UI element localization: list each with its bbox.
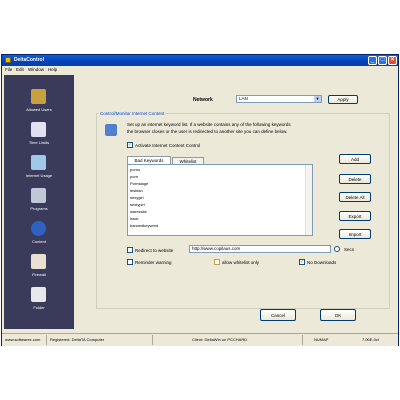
list-item[interactable]: lesbian (130, 188, 143, 193)
folder-icon (31, 287, 46, 302)
network-select-value: LAN (239, 96, 248, 101)
enable-content-control-label: Activate Internet Content Control (135, 143, 201, 148)
window-title: DeltaControl (14, 57, 44, 63)
app-window: DeltaControl _ □ ✕ File Edit Window Help… (1, 54, 399, 347)
list-item[interactable]: porn (130, 174, 138, 179)
menu-bar: File Edit Window Help (2, 66, 398, 74)
reminder-warning-label: Reminder warning (135, 260, 172, 265)
globe-icon (105, 124, 117, 136)
enable-content-control-checkbox[interactable]: ✓ (127, 142, 133, 148)
sidebar-item-content[interactable]: Content (4, 219, 74, 249)
list-item[interactable]: hack (130, 216, 138, 221)
sidebar-item-label: Content (31, 239, 46, 244)
menu-file[interactable]: File (5, 67, 12, 72)
sidebar-item-label: Firewall (32, 272, 46, 277)
maximize-button[interactable]: □ (378, 56, 387, 65)
status-left: www.softwarez.com (5, 337, 41, 342)
group-description-line1: Set up an internet keyword list. If a we… (127, 122, 291, 127)
redirect-option-radio[interactable] (334, 246, 340, 252)
sidebar-item-allowed-users[interactable]: Allowed Users (4, 87, 74, 117)
sidebar-item-firewall[interactable]: Firewall (4, 252, 74, 282)
network-select[interactable]: LAN ▼ (236, 95, 322, 103)
delete-button[interactable]: Delete (339, 174, 371, 184)
computer-icon (31, 155, 46, 170)
menu-help[interactable]: Help (48, 67, 57, 72)
import-button[interactable]: Import (339, 229, 371, 239)
sidebar-item-label: Internet Usage (25, 173, 53, 178)
sidebar-item-time-limits[interactable]: Time Limits (4, 120, 74, 150)
sidebar-item-label: Programs (30, 206, 48, 211)
sidebar-item-label: Time Limits (28, 140, 50, 145)
apply-button[interactable]: Apply (328, 95, 358, 104)
firewall-icon (31, 254, 46, 269)
app-icon (5, 57, 11, 63)
sidebar-item-label: Allowed Users (26, 107, 52, 112)
reminder-warning-checkbox[interactable] (127, 259, 133, 265)
redirect-url-input[interactable]: http://www.copilaus.com (189, 245, 331, 253)
gears-icon (31, 188, 46, 203)
redirect-checkbox[interactable] (127, 247, 133, 253)
add-button[interactable]: Add (339, 154, 371, 164)
redirect-label: Redirect to website (135, 248, 174, 253)
minimize-button[interactable]: _ (368, 56, 377, 65)
globe-icon (31, 221, 46, 236)
status-divider (46, 335, 47, 345)
status-divider (152, 335, 153, 345)
status-divider (302, 335, 303, 345)
status-version: 7.00E.0ct (362, 337, 379, 342)
status-numap: NUMAP (314, 337, 329, 342)
list-item[interactable]: sexygirl (130, 195, 144, 200)
close-button[interactable]: ✕ (388, 56, 397, 65)
ok-button[interactable]: OK (320, 309, 356, 321)
status-bar: www.softwarez.com Registered: DeltaTA Co… (2, 333, 398, 346)
sidebar-item-label: Folder (33, 305, 45, 310)
secs-label: Secs (344, 247, 355, 252)
whitelist-only-label: allow whitelist only (222, 260, 260, 265)
chevron-down-icon[interactable]: ▼ (314, 96, 321, 102)
tab-bad-keywords[interactable]: Bad Keywords (127, 156, 171, 164)
delete-all-button[interactable]: Delete All (339, 192, 371, 202)
sidebar-item-folder[interactable]: Folder (4, 285, 74, 315)
list-item[interactable]: sextypirl (130, 202, 145, 207)
no-downloads-label: No Downloads (307, 260, 337, 265)
sidebar-item-programs[interactable]: Programs (4, 186, 74, 216)
network-label: Network (193, 97, 213, 103)
list-item[interactable]: warezsite (130, 209, 147, 214)
menu-window[interactable]: Window (28, 67, 44, 72)
users-icon (31, 89, 46, 104)
clock-icon (31, 122, 46, 137)
menu-edit[interactable]: Edit (16, 67, 24, 72)
keyword-list-scrollbar[interactable] (305, 165, 312, 235)
export-button[interactable]: Export (339, 211, 371, 221)
group-description-line2: the browser closes or the user is redire… (127, 129, 288, 134)
keyword-list[interactable]: porno porn Pornstage lesbian sexygirl se… (127, 164, 313, 236)
list-item[interactable]: bannedkeyword (130, 223, 158, 228)
cancel-button[interactable]: Cancel (260, 309, 296, 321)
status-registered: Registered: DeltaTA Computer (50, 337, 105, 342)
content-control-group: Control/Monitor Internet Content Set up … (96, 111, 390, 309)
list-item[interactable]: porno (130, 167, 140, 172)
whitelist-only-checkbox[interactable] (214, 259, 220, 265)
sidebar: Allowed Users Time Limits Internet Usage… (4, 75, 74, 347)
main-panel: Network LAN ▼ Apply Control/Monitor Inte… (78, 75, 396, 329)
title-bar[interactable]: DeltaControl _ □ ✕ (2, 55, 398, 66)
status-client: Client: DeltaWin on PCCHARD (192, 337, 248, 342)
list-item[interactable]: Pornstage (130, 181, 148, 186)
sidebar-item-internet-usage[interactable]: Internet Usage (4, 153, 74, 183)
group-title: Control/Monitor Internet Content (99, 111, 166, 116)
no-downloads-checkbox[interactable]: ✓ (299, 259, 305, 265)
